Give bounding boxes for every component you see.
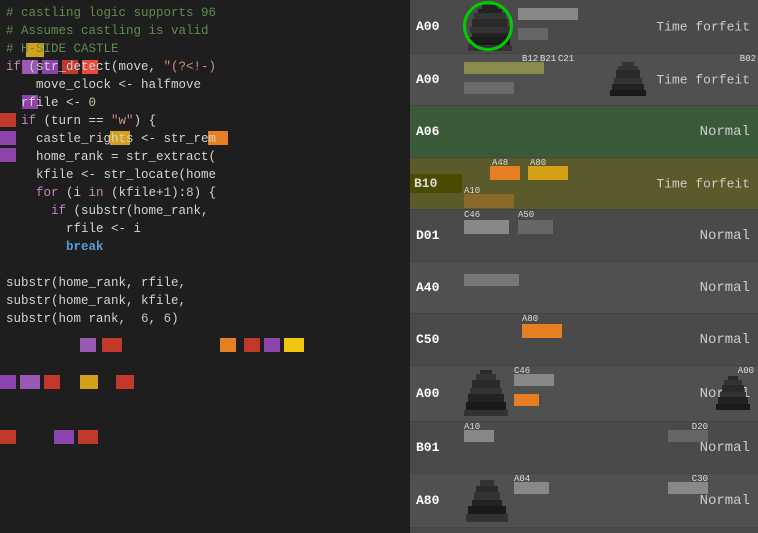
row-label-10: A80: [410, 493, 462, 508]
block-d02-b2: [0, 430, 16, 444]
analysis-row-5: D01 C46 A50 Normal: [410, 210, 758, 262]
bar-seg-r5a: [464, 220, 509, 234]
row-label-9: B01: [410, 440, 462, 455]
chess-piece-king: [464, 1, 516, 53]
analysis-row-11: A84 Normal: [410, 528, 758, 533]
mini-label-c21: C21: [558, 54, 574, 64]
chess-piece-bishop-r2: [608, 60, 648, 100]
chess-piece-pawn-r10: [464, 476, 510, 526]
block-b01-break: [80, 338, 96, 352]
bar-seg-r4c: [464, 194, 514, 208]
row-label-7: C50: [410, 332, 462, 347]
code-editor: # castling logic supports 96 # Assumes c…: [0, 0, 410, 533]
analysis-row-8: A00 C46 A00 Nor: [410, 366, 758, 422]
bar-seg-r9a: [464, 430, 494, 442]
row-label-3: A06: [410, 124, 462, 139]
analysis-row-7: C50 A80 Normal: [410, 314, 758, 366]
row-status-7: Normal: [618, 332, 758, 348]
row-status-6: Normal: [618, 280, 758, 296]
chess-piece-bishop-r8: [464, 368, 512, 420]
row-status-3: Normal: [618, 124, 758, 140]
block-d06-b: [116, 375, 134, 389]
block-a00-bottom: [0, 375, 16, 389]
row-label-1: A00: [410, 19, 462, 34]
block-c25-break2: [220, 338, 236, 352]
analysis-row-3: A06 Normal: [410, 106, 758, 158]
row-bars-11: [462, 528, 758, 533]
bar-seg-r4a: [490, 166, 520, 180]
block-d04-break: [264, 338, 280, 352]
row-label-4: B10: [410, 174, 462, 193]
mini-label-a80-r7: A80: [522, 314, 538, 324]
block-a40-b2: [54, 430, 74, 444]
bar-seg-r8b: [514, 394, 539, 406]
bar-seg-r6a: [464, 274, 519, 286]
analysis-row-10: A80 A04 C30 Normal: [410, 474, 758, 528]
bar-seg-r10a: [514, 482, 549, 494]
bar-seg-r5b: [518, 220, 553, 234]
bar-seg-r8a: [514, 374, 554, 386]
mini-label-c46-r5: C46: [464, 210, 480, 220]
bar-seg-r2b: [464, 82, 514, 94]
row-status-9: Normal: [618, 440, 758, 456]
mini-label-b02: B02: [740, 54, 756, 64]
analysis-row-1: A00 Time forfeit: [410, 0, 758, 54]
bar-seg-r1b: [518, 28, 548, 40]
mini-label-b12: B12: [522, 54, 538, 64]
code-text-block: # castling logic supports 96 # Assumes c…: [0, 0, 222, 332]
bar-seg-r4b: [528, 166, 568, 180]
block-c40-b2: [78, 430, 98, 444]
block-red-b: [44, 375, 60, 389]
block-yellow-break: [284, 338, 304, 352]
chess-piece-bishop-r8b: [716, 374, 756, 414]
row-status-5: Normal: [618, 228, 758, 244]
block-c42-break: [244, 338, 260, 352]
bar-seg-r7a: [522, 324, 562, 338]
analysis-row-2: A00 B12 B21 C21 B02 Time forfeit: [410, 54, 758, 106]
row-status-1: Time forfeit: [618, 19, 758, 34]
row-status-4: Time forfeit: [618, 176, 758, 191]
analysis-row-6: A40 Normal: [410, 262, 758, 314]
row-status-10: Normal: [618, 493, 758, 509]
block-c50-break: [102, 338, 122, 352]
analysis-row-9: B01 A10 D20 Normal: [410, 422, 758, 474]
block-a45-b: [80, 375, 98, 389]
row-label-8: A00: [410, 386, 462, 401]
code-content: # castling logic supports 96 # Assumes c…: [0, 0, 410, 533]
row-label-5: D01: [410, 228, 462, 243]
mini-label-a50-r5: A50: [518, 210, 534, 220]
row-label-2: A00: [410, 72, 462, 87]
mini-label-b21: B21: [540, 54, 556, 64]
block-purple-b: [20, 375, 40, 389]
row-label-6: A40: [410, 280, 462, 295]
analysis-row-4: B10 A48 A80 A10 Time forfeit: [410, 158, 758, 210]
bar-seg-r1a: [518, 8, 578, 20]
analysis-panel: A00 Time forfeit A00: [410, 0, 758, 533]
